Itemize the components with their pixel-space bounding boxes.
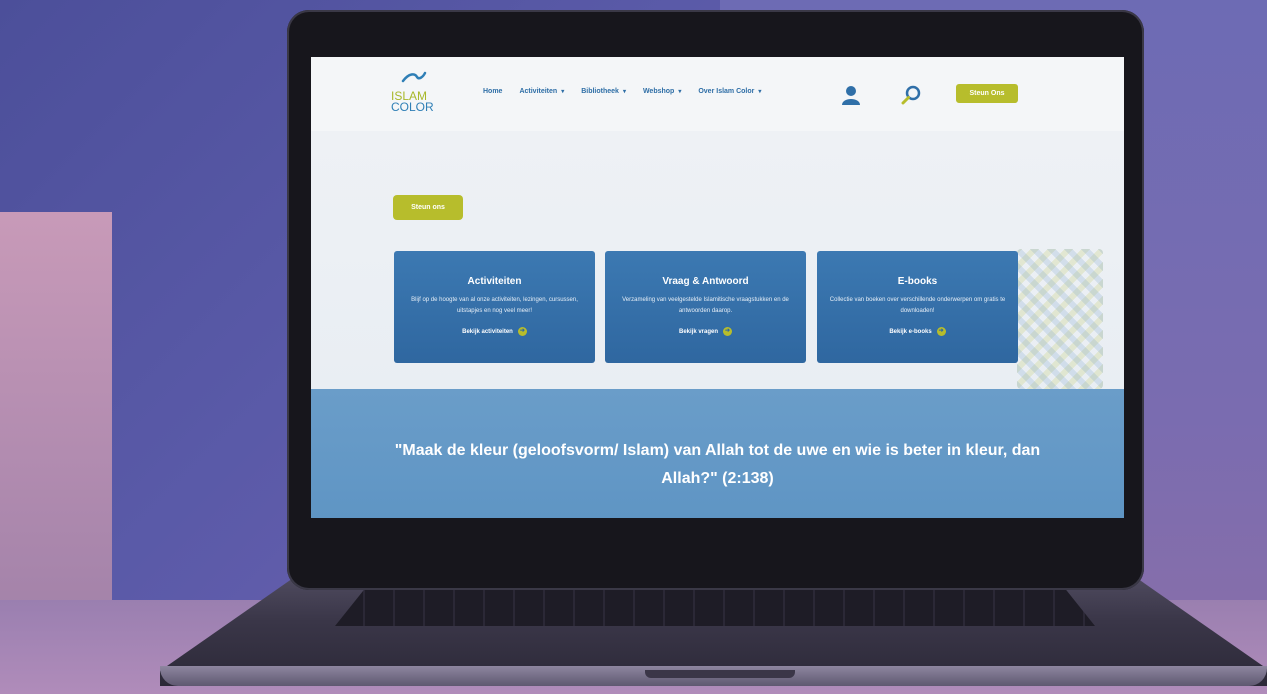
quote-text: "Maak de kleur (geloofsvorm/ Islam) van … <box>394 442 1041 487</box>
decorative-tile-pattern <box>1017 249 1103 389</box>
arrow-right-icon: ➜ <box>723 327 733 336</box>
user-icon[interactable] <box>842 85 860 105</box>
card-link-label: Bekijk e-books <box>889 328 932 335</box>
card-description: Collectie van boeken over verschillende … <box>829 297 1006 314</box>
card-e-books[interactable]: E-books Collectie van boeken over versch… <box>817 251 1018 363</box>
card-link-label: Bekijk vragen <box>678 328 719 335</box>
arrow-right-icon: ➜ <box>936 327 946 336</box>
logo-swoosh-icon <box>401 71 427 83</box>
menu-item-bibliotheek[interactable]: Bibliotheek ▾ <box>581 88 626 95</box>
menu-item-over-islam-color[interactable]: Over Islam Color ▾ <box>698 88 761 95</box>
laptop-keyboard <box>335 588 1095 626</box>
laptop-notch <box>645 670 795 678</box>
card-link[interactable]: Bekijk activiteiten ➜ <box>394 327 595 336</box>
logo-text: ISLAM COLOR <box>391 90 434 114</box>
menu-item-label: Bibliotheek <box>581 88 619 95</box>
search-icon[interactable] <box>901 85 921 105</box>
main-menu: Home Activiteiten ▾ Bibliotheek ▾ Webshop ▾… <box>483 88 778 95</box>
menu-item-label: Home <box>483 88 503 95</box>
menu-item-label: Over Islam Color <box>698 88 755 95</box>
site-logo[interactable]: ISLAM COLOR <box>391 71 441 117</box>
menu-item-label: Activiteiten <box>519 88 558 95</box>
card-title: E-books <box>897 276 938 287</box>
menu-item-activiteiten[interactable]: Activiteiten ▾ <box>519 88 564 95</box>
chevron-down-icon: ▾ <box>758 89 762 95</box>
chevron-down-icon: ▾ <box>622 89 626 95</box>
card-title: Activiteiten <box>467 276 522 287</box>
card-link[interactable]: Bekijk vragen ➜ <box>605 327 806 336</box>
menu-item-home[interactable]: Home <box>483 88 502 95</box>
chevron-down-icon: ▾ <box>678 89 682 95</box>
quote-section: "Maak de kleur (geloofsvorm/ Islam) van … <box>311 389 1124 518</box>
card-title: Vraag & Antwoord <box>662 276 749 287</box>
chevron-down-icon: ▾ <box>561 89 565 95</box>
arrow-right-icon: ➜ <box>517 327 527 336</box>
steun-ons-nav-button[interactable]: Steun Ons <box>956 84 1018 103</box>
card-link[interactable]: Bekijk e-books ➜ <box>817 327 1018 336</box>
menu-item-webshop[interactable]: Webshop ▾ <box>643 88 681 95</box>
menu-item-label: Webshop <box>642 88 675 95</box>
website-screen: ISLAM COLOR Home Activiteiten ▾ Bibliothe… <box>311 57 1124 518</box>
steun-ons-hero-button[interactable]: Steun ons <box>393 195 463 220</box>
logo-line2: COLOR <box>391 100 434 114</box>
card-description: Verzameling van veelgestelde Islamitisch… <box>622 297 789 314</box>
card-link-label: Bekijk activiteiten <box>462 328 513 335</box>
card-activiteiten[interactable]: Activiteiten Blijf op de hoogte van al o… <box>394 251 595 363</box>
site-header: ISLAM COLOR Home Activiteiten ▾ Bibliothe… <box>311 57 1124 131</box>
card-description: Blijf op de hoogte van al onze activitei… <box>411 297 578 314</box>
hero-section: Steun ons Activiteiten Blijf op de hoogt… <box>311 131 1124 389</box>
card-vraag-antwoord[interactable]: Vraag & Antwoord Verzameling van veelges… <box>605 251 806 363</box>
